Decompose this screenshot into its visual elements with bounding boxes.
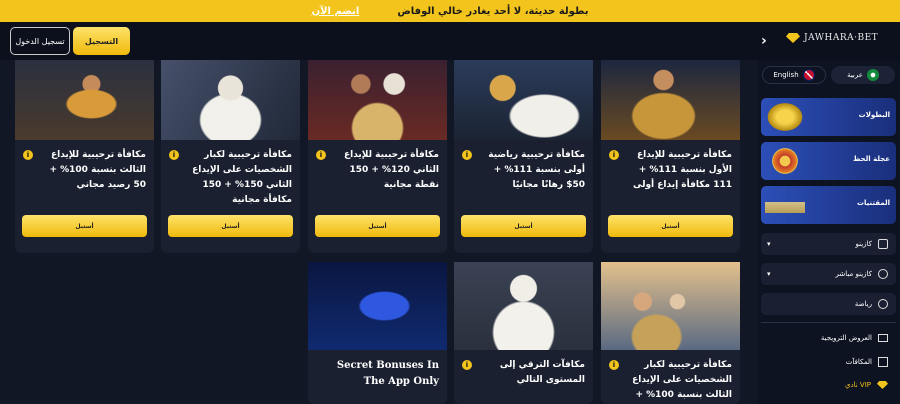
sidebar-promo-wheel[interactable]: عجلة الحظ bbox=[761, 142, 896, 180]
promo-label: المقتنيات bbox=[857, 199, 890, 207]
sidebar-item-label: المكافآت bbox=[845, 358, 872, 366]
promo-card-image bbox=[308, 60, 447, 140]
claim-button[interactable]: أستبل bbox=[168, 215, 293, 237]
chevron-right-icon[interactable]: › bbox=[761, 33, 767, 49]
login-button[interactable]: تسجيل الدخول bbox=[10, 27, 70, 55]
claim-button[interactable]: أستبل bbox=[461, 215, 586, 237]
promo-label: البطولات bbox=[858, 111, 890, 119]
sidebar-item-live-casino[interactable]: ▾ كازينو مباشر bbox=[761, 263, 896, 285]
promo-card-image bbox=[601, 60, 740, 140]
promo-card: مكافأة ترحيبية للإيداع الأول بنسبة 111% … bbox=[601, 60, 740, 253]
sidebar-item-label: كازينو bbox=[855, 240, 872, 248]
promo-card-image bbox=[454, 262, 593, 350]
language-label-ar: عربية bbox=[847, 71, 863, 79]
info-icon[interactable]: i bbox=[23, 150, 33, 160]
diamond-icon bbox=[877, 381, 888, 389]
sidebar-promo-collectibles[interactable]: المقتنيات bbox=[761, 186, 896, 224]
promo-card-title: مكافأة ترحيبية رياضية أولى بنسبة 111% + … bbox=[488, 150, 585, 190]
claim-button[interactable]: أستبل bbox=[315, 215, 440, 237]
sidebar-item-label: العروض الترويجية bbox=[820, 334, 872, 342]
logo-text: JAWHARA·BET bbox=[804, 33, 879, 43]
sidebar-item-sports[interactable]: رياضة bbox=[761, 293, 896, 315]
promo-card: مكافأة ترحيبية لكبار الشخصيات على الإيدا… bbox=[161, 60, 300, 253]
saudi-flag-icon bbox=[866, 69, 879, 81]
promo-card-image bbox=[454, 60, 593, 140]
promo-card: مكافأة ترحيبية للإيداع الثالث بنسبة 100%… bbox=[15, 60, 154, 253]
banner-text: بطولة حديثة، لا أحد يغادر خالي الوفاض bbox=[397, 5, 589, 17]
language-arabic-button[interactable]: عربية bbox=[831, 66, 895, 84]
promo-card: مكافأة ترحيبية رياضية أولى بنسبة 111% + … bbox=[454, 60, 593, 253]
info-icon[interactable]: i bbox=[462, 150, 472, 160]
promo-card-title: مكافأة ترحيبية للإيداع الأول بنسبة 111% … bbox=[632, 150, 732, 190]
live-casino-icon bbox=[878, 269, 888, 279]
sidebar-item-casino[interactable]: ▾ كازينو bbox=[761, 233, 896, 255]
info-icon[interactable]: i bbox=[609, 150, 619, 160]
language-label-en: English bbox=[773, 71, 799, 79]
promo-card-title: مكافأة ترحيبية لكبار الشخصيات على الإيدا… bbox=[192, 150, 292, 205]
promo-label: عجلة الحظ bbox=[853, 155, 890, 163]
claim-button[interactable]: أستبل bbox=[608, 215, 733, 237]
promo-card-title: مكافأة ترحيبية للإيداع الثاني 120% + 150… bbox=[343, 150, 439, 190]
sidebar-promo-tournaments[interactable]: البطولات bbox=[761, 98, 896, 136]
diamond-logo-icon bbox=[786, 33, 800, 43]
sidebar-divider bbox=[761, 322, 896, 323]
promo-card-title: مكافأة ترحيبية لكبار الشخصيات على الإيدا… bbox=[632, 360, 732, 400]
slot-icon bbox=[878, 239, 888, 249]
chevron-down-icon[interactable]: ▾ bbox=[767, 240, 771, 248]
claim-button[interactable]: أستبل bbox=[22, 215, 147, 237]
trophy-icon bbox=[765, 101, 805, 133]
register-button[interactable]: التسجيل bbox=[73, 27, 130, 55]
promo-card: Secret Bonuses In The App Only bbox=[308, 262, 447, 404]
megaphone-icon bbox=[878, 334, 888, 342]
join-now-link[interactable]: انضم الآن bbox=[312, 6, 360, 17]
football-icon bbox=[878, 299, 888, 309]
promo-card-title: مكافآت الترقي إلى المستوى التالي bbox=[499, 360, 585, 385]
promo-card: مكافآت الترقي إلى المستوى التالي i bbox=[454, 262, 593, 404]
promo-banner: بطولة حديثة، لا أحد يغادر خالي الوفاض ان… bbox=[0, 0, 900, 22]
promo-card-image bbox=[601, 262, 740, 350]
chevron-down-icon[interactable]: ▾ bbox=[767, 270, 771, 278]
sidebar-item-label: رياضة bbox=[854, 300, 872, 308]
language-english-button[interactable]: English bbox=[762, 66, 826, 84]
info-icon[interactable]: i bbox=[462, 360, 472, 370]
sidebar-item-promotions[interactable]: العروض الترويجية bbox=[761, 329, 896, 347]
gift-icon bbox=[878, 357, 888, 367]
site-logo[interactable]: JAWHARA·BET bbox=[786, 33, 878, 43]
sidebar-item-bonuses[interactable]: المكافآت bbox=[761, 353, 896, 371]
sidebar-item-label: كازينو مباشر bbox=[835, 270, 872, 278]
promo-card-title: مكافأة ترحيبية للإيداع الثالث بنسبة 100%… bbox=[49, 150, 146, 190]
promo-card-image bbox=[15, 60, 154, 140]
car-icon bbox=[765, 189, 805, 221]
promo-card: مكافأة ترحيبية لكبار الشخصيات على الإيدا… bbox=[601, 262, 740, 404]
sidebar-item-label: نادي VIP bbox=[845, 381, 871, 389]
promo-card: مكافأة ترحيبية للإيداع الثاني 120% + 150… bbox=[308, 60, 447, 253]
info-icon[interactable]: i bbox=[169, 150, 179, 160]
info-icon[interactable]: i bbox=[609, 360, 619, 370]
wheel-icon bbox=[765, 145, 805, 177]
promo-card-image bbox=[308, 262, 447, 350]
promo-card-image bbox=[161, 60, 300, 140]
info-icon[interactable]: i bbox=[316, 150, 326, 160]
uk-flag-icon bbox=[802, 69, 815, 81]
sidebar-item-vip[interactable]: نادي VIP bbox=[761, 376, 896, 394]
promo-card-title: Secret Bonuses In The App Only bbox=[336, 360, 439, 387]
